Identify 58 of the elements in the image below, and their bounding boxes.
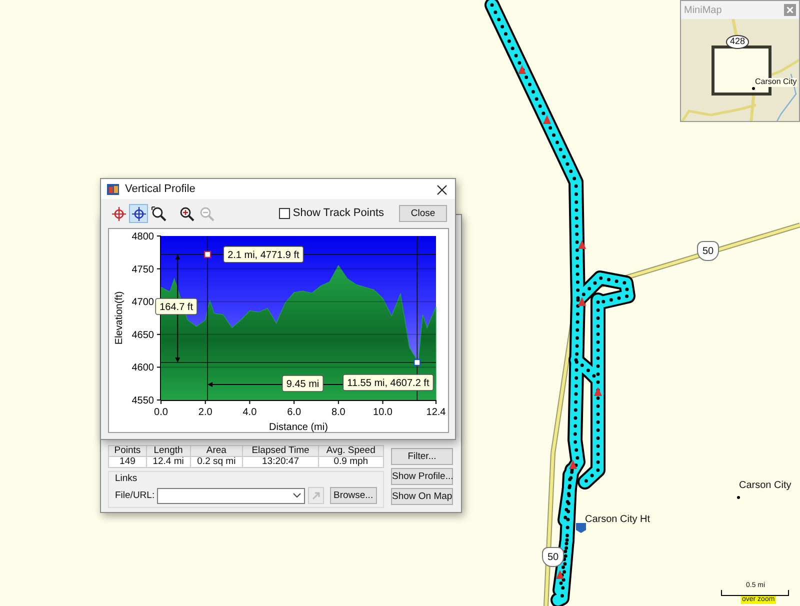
axis-title: Elevation(ft) <box>114 291 125 345</box>
column-header: Area <box>190 446 243 457</box>
tick-label: 2.0 <box>198 407 212 418</box>
close-button[interactable]: Close <box>399 205 447 222</box>
route-shield: 50 <box>542 547 564 567</box>
window-title: Vertical Profile <box>125 182 196 197</box>
waypoint-label: Carson City Ht <box>585 514 650 525</box>
field-label: File/URL: <box>115 490 155 502</box>
dialog-button[interactable]: Show Profile... <box>391 468 453 486</box>
column-header: Avg. Speed <box>318 446 384 457</box>
route-shield: 50 <box>697 241 719 261</box>
app-icon <box>107 184 119 194</box>
tick-label: 4600 <box>132 362 154 374</box>
tick-label: 12.4 <box>426 407 446 418</box>
tick-label: 0.0 <box>154 407 168 418</box>
point-marker <box>414 358 421 366</box>
axis-title: Distance (mi) <box>269 422 328 433</box>
column-header: Points <box>108 446 146 457</box>
city-label: Carson City <box>755 78 797 87</box>
checkbox[interactable]: Show Track Points <box>279 205 384 222</box>
table-cell: 13:20:47 <box>242 456 318 468</box>
annotation-label: 9.45 mi <box>282 375 324 392</box>
column-header: Length <box>146 446 190 457</box>
annotation-label: 11.55 mi, 4607.2 ft <box>342 374 434 391</box>
table-cell: 149 <box>108 456 146 468</box>
scale-bar <box>721 590 789 596</box>
flag-icon <box>575 522 587 534</box>
tick-label: 6.0 <box>287 407 302 418</box>
city-label: Carson City <box>739 480 792 491</box>
tick-label: 4550 <box>132 396 154 406</box>
close-icon <box>787 7 793 13</box>
tick-label: 4750 <box>132 264 154 276</box>
annotation: 11.55 mi, 4607.2 ft <box>347 378 430 389</box>
toolbar-button[interactable] <box>149 204 168 223</box>
annotation-label: 2.1 mi, 4771.9 ft <box>223 246 304 263</box>
browse-button[interactable]: Browse... <box>330 487 377 504</box>
tick-label: 8.0 <box>331 407 346 418</box>
dialog-button[interactable]: Show On Map <box>391 488 453 506</box>
tick-label: 4.0 <box>242 407 257 418</box>
dialog-button[interactable]: Filter... <box>391 448 453 466</box>
city-dot-icon <box>737 496 740 499</box>
toolbar-button[interactable] <box>129 204 148 223</box>
tick-label: 10.0 <box>373 407 392 418</box>
annotation: 9.45 mi <box>286 378 320 390</box>
tick-label: 4800 <box>132 232 154 242</box>
tick-label: 4700 <box>132 297 154 308</box>
city-dot-icon <box>752 87 755 90</box>
annotation: 164.7 ft <box>160 302 194 314</box>
column-header: Elapsed Time <box>242 446 318 457</box>
arrow-icon <box>312 492 320 500</box>
tick-label: 4650 <box>132 330 154 341</box>
annotation: 2.1 mi, 4771.9 ft <box>228 250 300 261</box>
url-field[interactable] <box>157 488 305 504</box>
window-title: MiniMap <box>684 4 722 18</box>
group-title: Links <box>115 473 138 485</box>
chevron-icon <box>292 493 301 498</box>
annotation-label: 164.7 ft <box>155 298 198 315</box>
point-marker <box>204 250 212 258</box>
